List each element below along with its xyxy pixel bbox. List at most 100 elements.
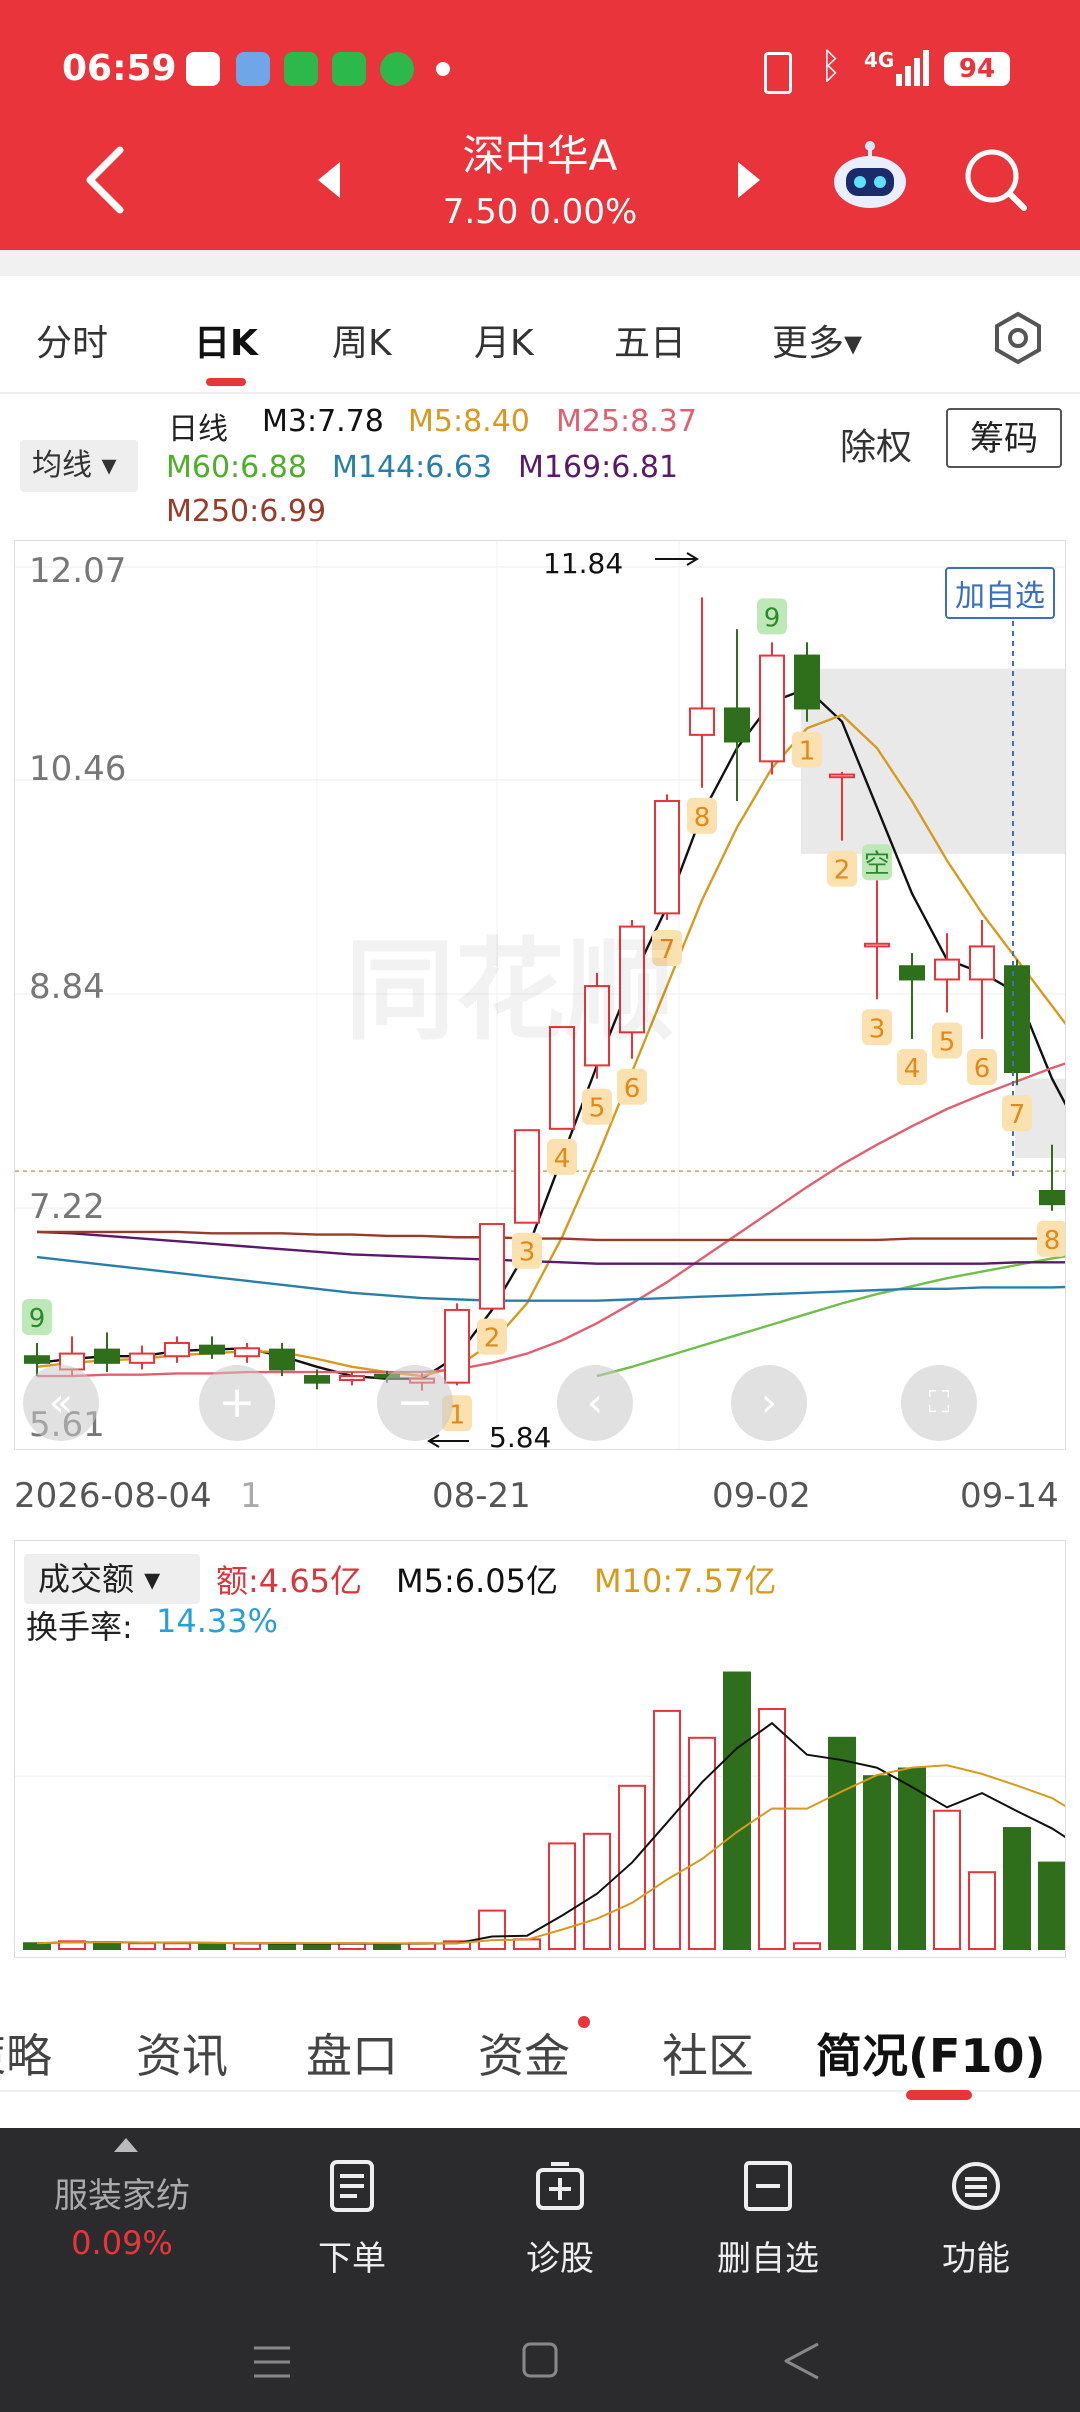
volume-bar (163, 1942, 191, 1950)
candle-body (94, 1348, 120, 1364)
volume-indicator-select[interactable]: 成交额 ▾ (24, 1554, 200, 1604)
tab-order-book[interactable]: 盘口 (306, 2020, 398, 2086)
volume-bar (23, 1942, 51, 1950)
more-notifications-dot (436, 62, 450, 76)
low-price-label: 5.84 (489, 1421, 552, 1454)
volume-bar (128, 1942, 156, 1950)
volume-bar (303, 1943, 331, 1951)
sequence-marker-label: 9 (29, 1304, 46, 1334)
candle-body (514, 1129, 540, 1224)
sequence-marker-label: 4 (904, 1054, 921, 1084)
legend-period: 日线 (168, 412, 228, 447)
tab-active-indicator (206, 378, 246, 386)
sequence-marker-label: 空 (864, 849, 890, 879)
add-to-watchlist-button[interactable]: 加自选 (945, 567, 1055, 619)
next-stock-icon[interactable] (734, 160, 764, 200)
ex-rights-toggle[interactable]: 除权 (840, 418, 912, 470)
tab-news[interactable]: 资讯 (136, 2020, 228, 2086)
volume-bar (758, 1708, 786, 1950)
kline-chart[interactable]: 912345678912345678空 同花顺 12.07 10.46 8.84… (14, 540, 1066, 1454)
order-label: 下单 (318, 2239, 386, 2279)
volume-bar (688, 1736, 716, 1950)
recent-apps-icon[interactable] (252, 2344, 292, 2380)
volume-bar (653, 1709, 681, 1950)
sequence-marker-label: 8 (1044, 1226, 1061, 1256)
scroll-left-icon[interactable]: ‹ (557, 1365, 633, 1441)
tab-funds[interactable]: 资金 (478, 2020, 570, 2086)
back-nav-icon[interactable] (782, 2342, 822, 2380)
sector-name[interactable]: 服装家纺 (42, 2168, 202, 2217)
tab-daily-k[interactable]: 日K (194, 314, 258, 366)
functions-icon (952, 2162, 1000, 2210)
robot-assistant-icon[interactable] (830, 140, 910, 212)
candle-body (24, 1355, 50, 1364)
tab-f10-profile[interactable]: 简况(F10) (816, 2020, 1045, 2086)
remove-watchlist-button[interactable]: 删自选 (698, 2160, 838, 2280)
signal-label: 4G (864, 48, 895, 72)
tab-monthly-k[interactable]: 月K (474, 314, 534, 366)
candle-body (864, 942, 890, 948)
x-tick: 2026-08-04 (14, 1476, 212, 1516)
sector-expand-icon[interactable] (114, 2138, 138, 2152)
chip-distribution-button[interactable]: 筹码 (946, 408, 1062, 468)
diagnose-icon (536, 2162, 584, 2210)
turnover-label: 换手率: (26, 1608, 133, 1646)
ma-line-m60 (596, 1255, 1065, 1378)
tab-timeshare[interactable]: 分时 (36, 314, 108, 366)
tab-weekly-k[interactable]: 周K (332, 314, 392, 366)
battery-icon: 94 (944, 52, 1010, 86)
volume-bar (618, 1784, 646, 1950)
order-button[interactable]: 下单 (282, 2160, 422, 2280)
bottom-tab-indicator (906, 2090, 972, 2100)
y-tick: 10.46 (29, 749, 127, 789)
volume-amount: 额:4.65亿 (216, 1562, 363, 1600)
sequence-marker-label: 6 (974, 1054, 991, 1084)
weather-notification-icon (236, 52, 270, 86)
fullscreen-icon[interactable]: ⛶ (901, 1365, 977, 1441)
app-notification-icon (284, 52, 318, 86)
back-arrow-icon[interactable] (78, 140, 138, 220)
scroll-left-fast-icon[interactable]: « (23, 1365, 99, 1441)
candle-body (444, 1308, 470, 1384)
x-tick: 08-21 (432, 1476, 531, 1516)
candle-body (129, 1352, 155, 1364)
volume-bar (1038, 1861, 1065, 1951)
sequence-marker-label: 5 (939, 1028, 956, 1058)
diagnose-button[interactable]: 诊股 (490, 2160, 630, 2280)
order-icon (330, 2160, 374, 2212)
sequence-marker-label: 8 (694, 803, 711, 833)
system-nav-bar (0, 2308, 1080, 2412)
legend-m3: M3:7.78 (262, 404, 384, 439)
remove-watchlist-icon (744, 2161, 792, 2211)
sector-change: 0.09% (71, 2224, 173, 2262)
tab-five-day[interactable]: 五日 (614, 314, 686, 366)
funds-red-dot (578, 2016, 590, 2028)
functions-label: 功能 (942, 2239, 1010, 2279)
sequence-marker-label: 3 (869, 1014, 886, 1044)
search-icon[interactable] (962, 146, 1030, 214)
candle-body (934, 958, 960, 981)
ma-indicator-select[interactable]: 均线 ▾ (20, 440, 138, 492)
tab-strategy[interactable]: 策略 (0, 2020, 52, 2086)
candle-body (269, 1348, 295, 1371)
bluetooth-icon: ᛒ (820, 46, 842, 87)
tab-community[interactable]: 社区 (662, 2020, 754, 2086)
functions-button[interactable]: 功能 (906, 2160, 1046, 2280)
kline-tabs: 分时 日K 周K 月K 五日 更多▾ (0, 280, 1080, 390)
volume-bar (793, 1942, 821, 1950)
zoom-in-icon[interactable]: + (199, 1365, 275, 1441)
zoom-out-icon[interactable]: − (377, 1365, 453, 1441)
sequence-marker-label: 7 (1009, 1100, 1026, 1130)
home-icon[interactable] (522, 2342, 558, 2378)
legend-m250: M250:6.99 (166, 494, 327, 529)
volume-bar (968, 1871, 996, 1951)
scroll-right-icon[interactable]: › (731, 1365, 807, 1441)
chart-settings-icon[interactable] (990, 310, 1046, 366)
tab-more[interactable]: 更多▾ (772, 314, 862, 366)
y-tick: 8.84 (29, 967, 105, 1007)
info-tabs: 策略 资讯 盘口 资金 社区 简况(F10) (0, 1980, 1080, 2092)
sequence-marker-label: 1 (799, 737, 816, 767)
ma-line-m250 (37, 1230, 1065, 1242)
volume-bar (583, 1832, 611, 1950)
volume-bar (863, 1775, 891, 1950)
